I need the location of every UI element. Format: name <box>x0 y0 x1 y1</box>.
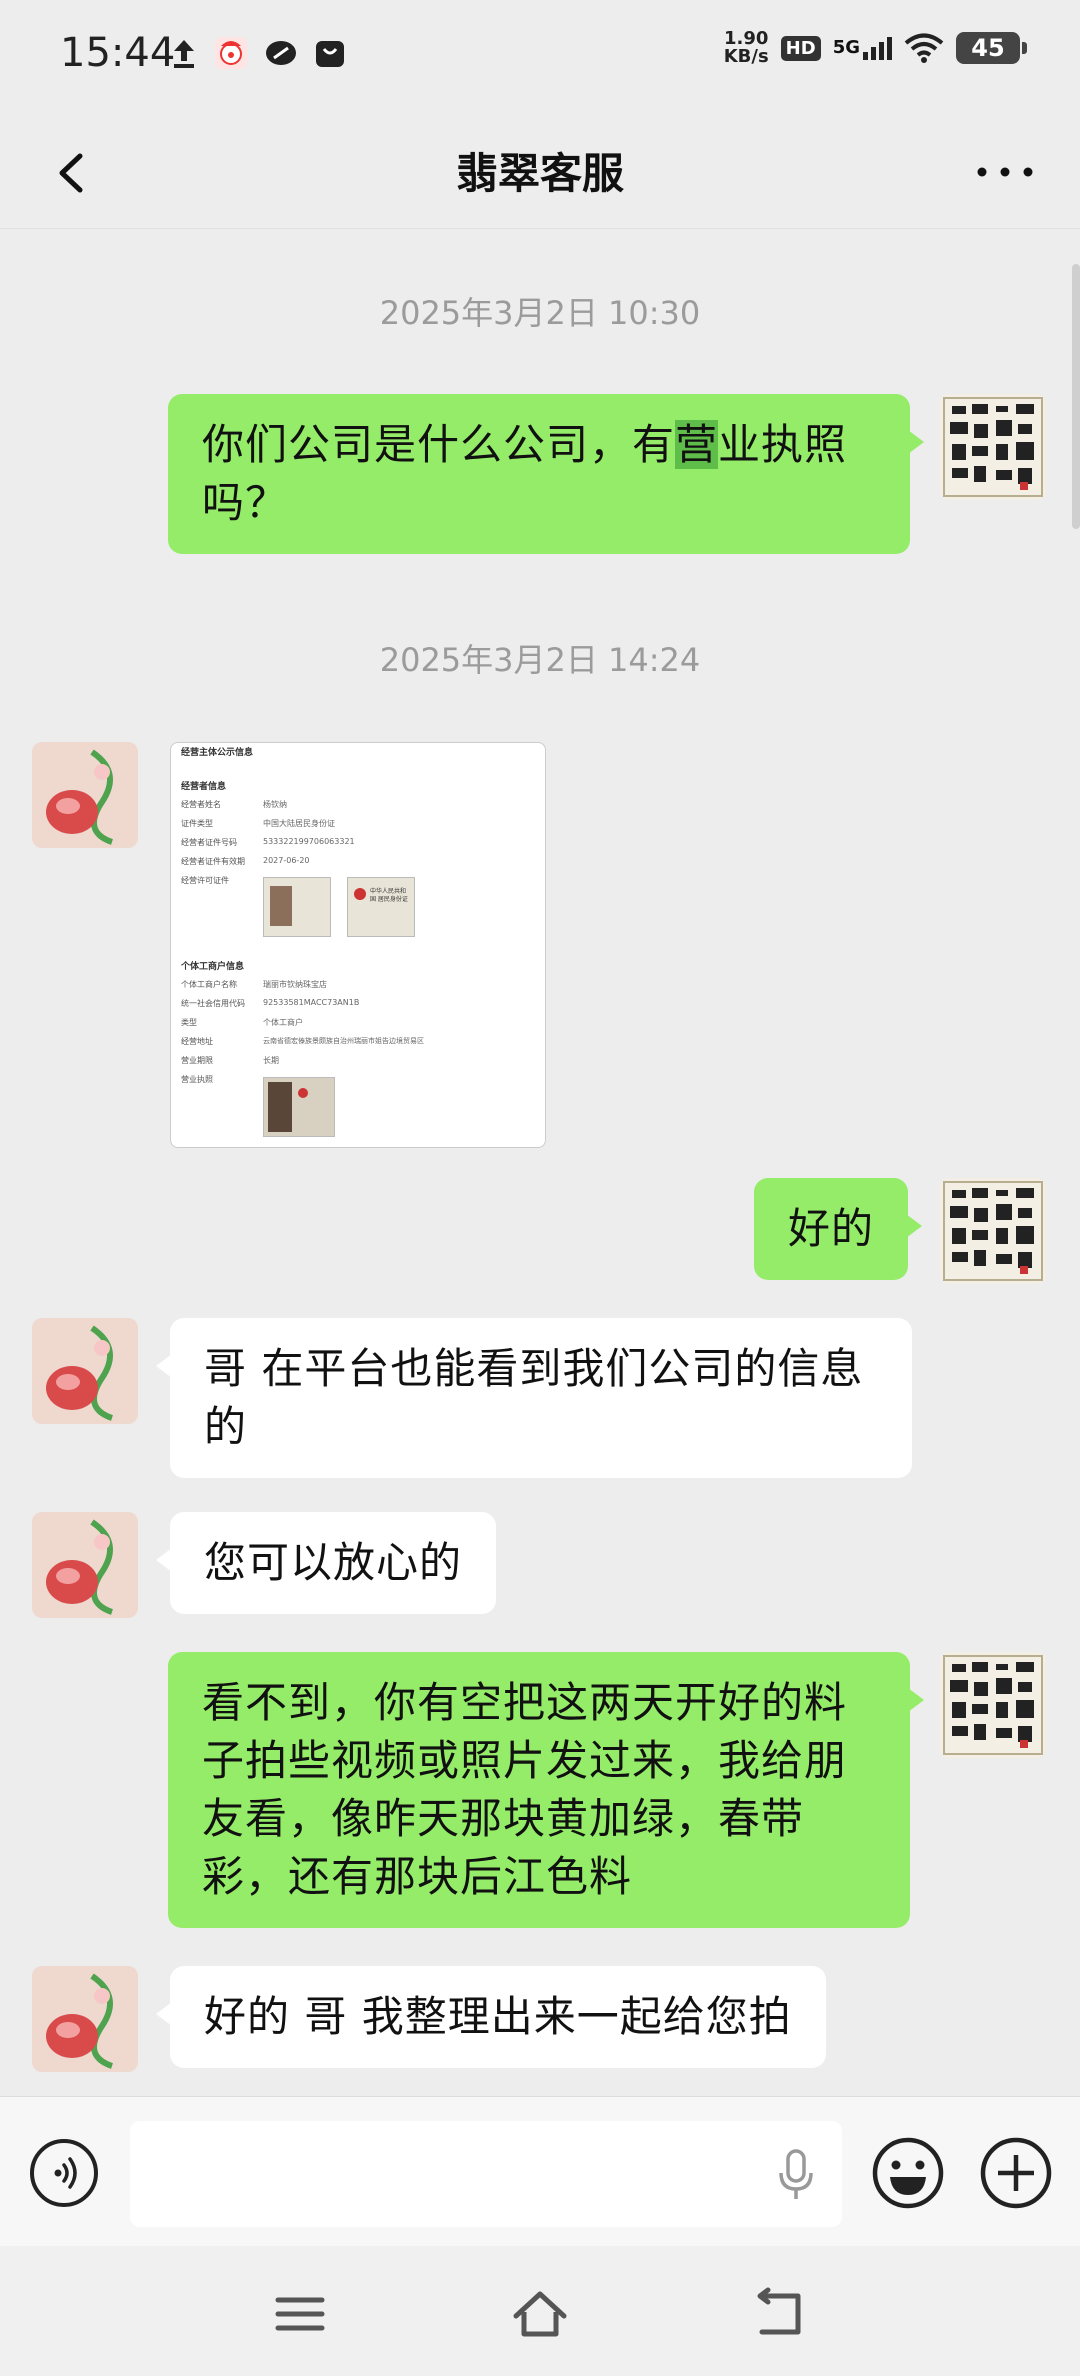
net-speed: 1.90 KB/s <box>724 30 769 66</box>
contact-avatar[interactable] <box>32 1318 138 1424</box>
hd-badge: HD <box>780 35 821 61</box>
calligraphy-avatar-image <box>940 394 1046 500</box>
license-thumbnail <box>263 1077 335 1137</box>
mic-icon[interactable] <box>776 2147 816 2203</box>
home-icon[interactable] <box>510 2286 570 2342</box>
timestamp: 2025年3月2日 10:30 <box>379 294 701 332</box>
chat-header: 翡翠客服 <box>0 118 1080 229</box>
app-clown-icon <box>215 37 247 69</box>
contact-message-bubble[interactable]: 您可以放心的 <box>155 1512 497 1614</box>
doc-value: 2027-06-20 <box>263 856 310 865</box>
signal-icon: 5G <box>832 36 892 60</box>
chat-title: 翡翠客服 <box>455 149 624 198</box>
status-bar: 15:44 1.90 KB/s HD 5G 45 <box>0 0 1080 118</box>
back-icon[interactable] <box>750 2286 810 2342</box>
contact-avatar[interactable] <box>32 1966 138 2072</box>
doc-label: 个体工商户名称 <box>181 980 237 989</box>
message-text: 你们公司是什么公司，有 <box>202 420 676 469</box>
contact-avatar[interactable] <box>32 742 138 848</box>
id-card-back-thumbnail: 中华人民共和国 居民身份证 <box>347 877 415 937</box>
status-system-icons: 1.90 KB/s HD 5G 45 <box>724 30 1027 66</box>
id-card-text: 中华人民共和国 居民身份证 <box>370 888 408 903</box>
doc-label: 营业期限 <box>181 1056 213 1065</box>
doc-value: 533322199706063321 <box>263 837 355 846</box>
more-dots-icon[interactable] <box>970 142 1040 202</box>
plus-icon[interactable] <box>978 2135 1054 2211</box>
my-message-bubble[interactable]: 看不到，你有空把这两天开好的料子拍些视频或照片发过来，我给朋友看，像昨天那块黄加… <box>168 1652 924 1928</box>
doc-section-title: 个体工商户信息 <box>181 962 245 972</box>
doc-value: 云南省德宏傣族景颇族自治州瑞丽市姐告边境贸易区 <box>263 1037 424 1045</box>
voice-waves-graphic <box>54 2157 77 2189</box>
doc-label: 营业执照 <box>181 1075 213 1084</box>
doc-value: 杨钦纳 <box>263 800 287 809</box>
system-nav-bar <box>0 2246 1080 2376</box>
license-screenshot-image[interactable]: 经营主体公示信息 经营者信息 经营者姓名 杨钦纳 证件类型 中国大陆居民身份证 经营… <box>170 742 546 1148</box>
doc-value: 长期 <box>263 1056 279 1065</box>
status-time: 15:44 <box>60 30 176 76</box>
battery-icon: 45 <box>956 32 1027 64</box>
link-icon <box>266 41 296 65</box>
my-message-bubble[interactable]: 好的 <box>754 1178 923 1280</box>
battery-level: 45 <box>971 34 1005 62</box>
doc-value: 瑞丽市钦纳珠宝店 <box>263 980 327 989</box>
doc-section-title: 经营者信息 <box>181 782 227 792</box>
wifi-icon <box>904 33 944 63</box>
my-message-bubble[interactable]: 你们公司是什么公司，有营业执照吗？ <box>168 394 924 554</box>
my-avatar[interactable] <box>940 1178 1046 1284</box>
voice-icon[interactable] <box>30 2139 98 2207</box>
id-card-front-thumbnail <box>263 877 331 937</box>
doc-label: 经营者证件有效期 <box>181 857 245 866</box>
contact-message-bubble[interactable]: 好的 哥 我整理出来一起给您拍 <box>156 1966 826 2068</box>
contact-avatar-image <box>32 1512 138 1618</box>
message-input[interactable] <box>130 2121 842 2227</box>
my-avatar[interactable] <box>940 394 1046 500</box>
doc-label: 证件类型 <box>181 819 213 828</box>
doc-label: 类型 <box>181 1018 197 1027</box>
contact-avatar-image <box>32 742 138 848</box>
my-avatar[interactable] <box>940 1652 1046 1758</box>
doc-label: 经营许可证件 <box>181 876 229 885</box>
calligraphy-avatar-image <box>940 1652 1046 1758</box>
calligraphy-avatar-image <box>940 1178 1046 1284</box>
network-type: 5G <box>832 36 860 58</box>
contact-message-bubble[interactable]: 哥 在平台也能看到我们公司的信息的 <box>156 1318 912 1478</box>
upload-icon <box>174 40 194 68</box>
chat-input-bar <box>0 2096 1080 2247</box>
menu-icon[interactable] <box>270 2286 330 2342</box>
contact-avatar-image <box>32 1966 138 2072</box>
contact-avatar[interactable] <box>32 1512 138 1618</box>
doc-label: 经营地址 <box>181 1037 213 1046</box>
bag-icon <box>316 41 344 67</box>
doc-value: 92533581MACC73AN1B <box>263 998 360 1007</box>
doc-value: 个体工商户 <box>263 1018 303 1027</box>
doc-header: 经营主体公示信息 <box>181 748 254 758</box>
status-notification-icons <box>170 36 346 70</box>
doc-label: 经营者姓名 <box>181 800 221 809</box>
emoji-icon[interactable] <box>870 2135 946 2211</box>
timestamp: 2025年3月2日 14:24 <box>379 641 701 679</box>
net-speed-unit: KB/s <box>723 46 769 67</box>
highlighted-text: 营 <box>675 420 719 469</box>
contact-avatar-image <box>32 1318 138 1424</box>
doc-label: 经营者证件号码 <box>181 838 237 847</box>
doc-value: 中国大陆居民身份证 <box>263 819 335 828</box>
doc-label: 统一社会信用代码 <box>181 999 245 1008</box>
